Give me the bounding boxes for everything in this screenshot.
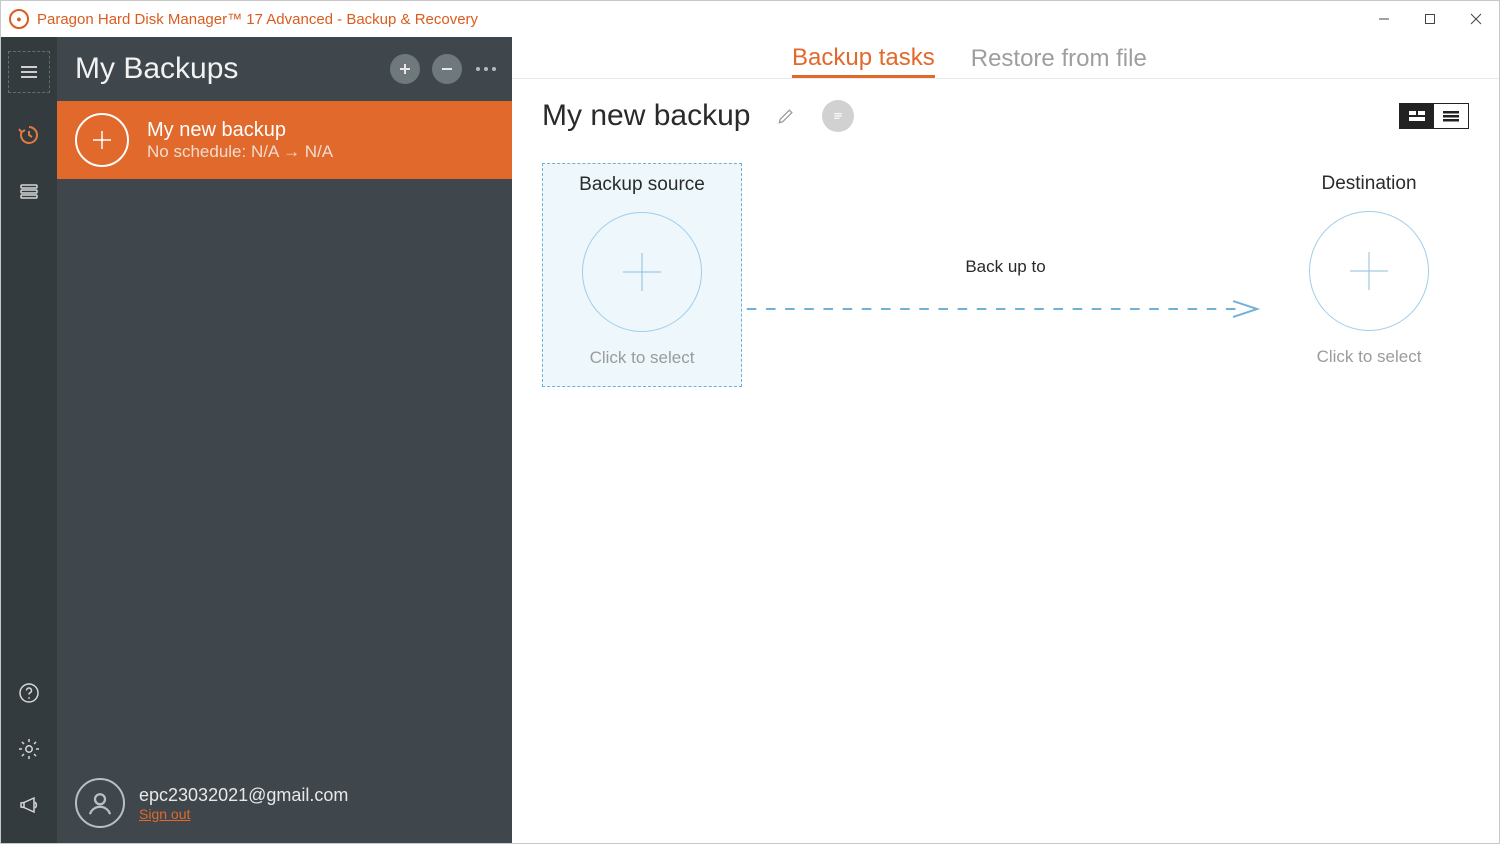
destination-add-button[interactable] xyxy=(1309,211,1429,331)
cards-row: Backup source Click to select Back up to xyxy=(512,163,1499,413)
nav-settings[interactable] xyxy=(1,721,57,777)
sidebar-actions xyxy=(390,54,498,84)
sidebar-header: My Backups xyxy=(57,37,512,101)
close-icon xyxy=(1470,13,1482,25)
nav-rail xyxy=(1,37,57,843)
maximize-button[interactable] xyxy=(1407,1,1453,37)
content-title: My new backup xyxy=(542,99,750,133)
backup-source-title: Backup source xyxy=(579,174,705,196)
backup-source-card[interactable]: Backup source Click to select xyxy=(542,163,742,387)
titlebar-left: Paragon Hard Disk Manager™ 17 Advanced -… xyxy=(9,9,478,29)
user-footer: epc23032021@gmail.com Sign out xyxy=(57,763,512,843)
nav-disks[interactable] xyxy=(1,163,57,219)
backup-source-add-button[interactable] xyxy=(582,212,702,332)
maximize-icon xyxy=(1424,13,1436,25)
backup-source-hint: Click to select xyxy=(590,348,695,368)
content-header: My new backup xyxy=(512,79,1499,163)
add-backup-button[interactable] xyxy=(390,54,420,84)
history-icon xyxy=(17,123,41,147)
plus-icon xyxy=(398,62,412,76)
remove-backup-button[interactable] xyxy=(432,54,462,84)
minimize-button[interactable] xyxy=(1361,1,1407,37)
view-cards-button[interactable] xyxy=(1400,104,1434,128)
sidebar-title: My Backups xyxy=(75,52,238,86)
close-button[interactable] xyxy=(1453,1,1499,37)
megaphone-icon xyxy=(17,793,41,817)
backup-list-item[interactable]: My new backup No schedule: N/A → N/A xyxy=(57,101,512,179)
titlebar: Paragon Hard Disk Manager™ 17 Advanced -… xyxy=(1,1,1499,37)
user-email: epc23032021@gmail.com xyxy=(139,785,348,806)
comment-button[interactable] xyxy=(822,100,854,132)
minimize-icon xyxy=(1378,13,1390,25)
view-list-button[interactable] xyxy=(1434,104,1468,128)
destination-title: Destination xyxy=(1321,173,1416,195)
sidebar-more-button[interactable] xyxy=(474,67,498,71)
view-cards-icon xyxy=(1408,109,1426,123)
nav-help[interactable] xyxy=(1,665,57,721)
gear-icon xyxy=(17,737,41,761)
backup-item-subtitle: No schedule: N/A → N/A xyxy=(147,142,333,162)
window-title: Paragon Hard Disk Manager™ 17 Advanced -… xyxy=(37,11,478,28)
backup-item-name: My new backup xyxy=(147,119,333,142)
main-area: My Backups My xyxy=(1,37,1499,843)
arrow-icon xyxy=(742,299,1269,319)
nav-announcements[interactable] xyxy=(1,777,57,833)
chat-icon xyxy=(829,107,847,125)
backup-arrow: Back up to xyxy=(742,163,1269,413)
plus-icon xyxy=(615,245,669,299)
plus-icon xyxy=(1342,244,1396,298)
help-icon xyxy=(17,681,41,705)
hamburger-menu-button[interactable] xyxy=(8,51,50,93)
view-list-icon xyxy=(1442,109,1460,123)
hamburger-icon xyxy=(17,60,41,84)
pencil-icon xyxy=(776,106,796,126)
tab-backup-tasks[interactable]: Backup tasks xyxy=(792,44,935,78)
destination-card[interactable]: Destination Click to select xyxy=(1269,163,1469,385)
app-icon xyxy=(9,9,29,29)
destination-hint: Click to select xyxy=(1317,347,1422,367)
user-avatar xyxy=(75,778,125,828)
disks-icon xyxy=(17,179,41,203)
nav-backup-history[interactable] xyxy=(1,107,57,163)
tab-restore-from-file[interactable]: Restore from file xyxy=(971,45,1147,78)
sign-out-link[interactable]: Sign out xyxy=(139,806,348,822)
user-icon xyxy=(85,788,115,818)
app-window: Paragon Hard Disk Manager™ 17 Advanced -… xyxy=(0,0,1500,844)
sidebar: My Backups My xyxy=(57,37,512,843)
minus-icon xyxy=(440,62,454,76)
view-toggle xyxy=(1399,103,1469,129)
backup-arrow-label: Back up to xyxy=(965,257,1045,277)
rename-button[interactable] xyxy=(770,100,802,132)
content-panel: Backup tasks Restore from file My new ba… xyxy=(512,37,1499,843)
backup-item-plus-icon xyxy=(75,113,129,167)
window-controls xyxy=(1361,1,1499,37)
tabs: Backup tasks Restore from file xyxy=(512,37,1499,79)
